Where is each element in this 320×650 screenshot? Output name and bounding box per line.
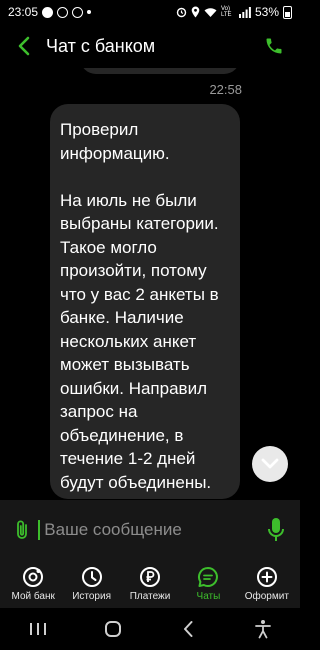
nav-item-chats[interactable]: Чаты [179,560,237,608]
chat-icon [197,566,219,588]
nav-label: Мой банк [11,591,55,602]
accessibility-button[interactable] [248,614,278,644]
clock-icon [81,566,103,588]
call-button[interactable] [260,32,288,60]
plus-circle-icon [256,566,278,588]
notification-icon [42,6,54,18]
nav-item-payments[interactable]: Платежи [121,560,179,608]
system-back-button[interactable] [173,614,203,644]
incoming-message-bubble[interactable]: Проверил информацию. На июль не были выб… [50,104,240,499]
nav-label: Платежи [129,591,171,602]
chat-title: Чат с банком [46,35,156,56]
system-navigation-bar [0,608,300,650]
chevron-down-icon [261,458,279,469]
message-input[interactable] [38,520,266,540]
chat-header: Чат с банком [0,24,300,68]
nav-item-apply[interactable]: Оформит [238,560,296,608]
nav-label: История [72,591,111,602]
back-button[interactable] [12,34,36,58]
alarm-icon [176,7,187,18]
status-bar: 23:05 Vo) LTE 53% [0,0,300,24]
notification-icon-3 [72,6,84,18]
bottom-navigation: Мой банк История Платежи Чаты Оформит [0,560,300,608]
status-bar-left: 23:05 [8,5,92,19]
nav-item-history[interactable]: История [62,560,120,608]
more-notifications-icon [87,10,92,14]
microphone-icon [267,518,284,541]
my-bank-icon [22,566,44,588]
home-icon [104,621,121,637]
message-paragraph: Проверил информацию. [60,120,170,163]
battery-icon [283,5,292,19]
microphone-button[interactable] [265,515,286,545]
accessibility-icon [254,620,271,639]
network-type: Vo) LTE [220,6,232,18]
recent-apps-button[interactable] [23,614,53,644]
ruble-icon [139,566,161,588]
phone-icon [266,38,282,54]
message-timestamp: 22:58 [209,82,242,97]
nav-label: Оформит [244,591,289,602]
home-button[interactable] [98,614,128,644]
scroll-to-bottom-button[interactable] [252,446,288,482]
message-composer [0,500,300,560]
wifi-icon [204,7,217,17]
message-paragraph: На июль не были выбраны категории. Такое… [60,190,219,492]
attach-button[interactable] [14,518,30,542]
nav-item-my-bank[interactable]: Мой банк [4,560,62,608]
message-list[interactable]: 22:58 Проверил информацию. На июль не бы… [0,68,300,500]
status-bar-right: Vo) LTE 53% [176,5,292,19]
status-time: 23:05 [8,5,39,19]
recent-apps-icon [29,623,46,635]
back-arrow-icon [183,621,192,637]
nav-label: Чаты [196,591,221,602]
battery-percent: 53% [254,5,279,19]
location-icon [191,6,200,18]
paperclip-icon [17,520,28,539]
chevron-left-icon [18,36,30,56]
signal-icon [238,6,251,18]
previous-message-bubble [80,68,240,74]
notification-icon-2 [57,6,69,18]
